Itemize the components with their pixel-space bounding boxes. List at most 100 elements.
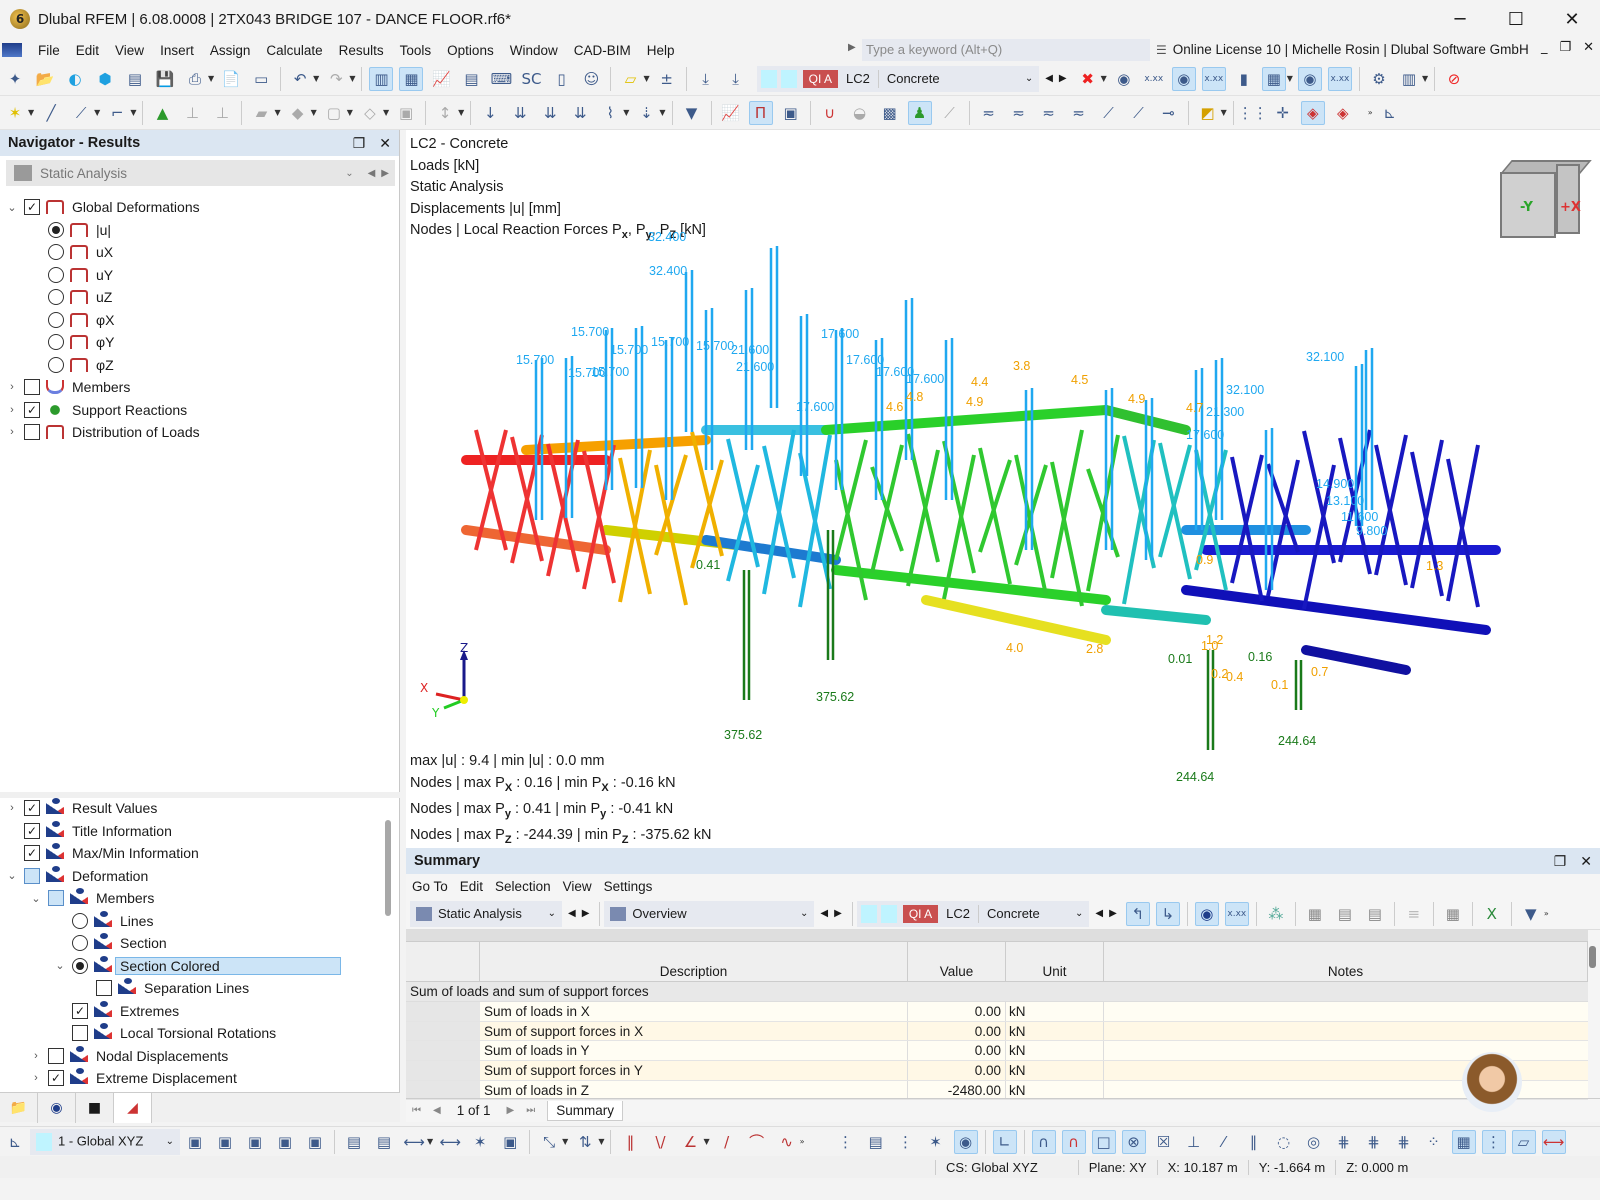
checkbox[interactable] — [48, 890, 64, 907]
radio-button[interactable] — [72, 935, 88, 952]
navigator-float-icon[interactable]: ❐ — [353, 135, 366, 152]
member-diagrams-6-icon[interactable]: ⟋ — [1127, 101, 1151, 125]
filter-icon[interactable]: ▼ — [680, 101, 704, 125]
new-member-icon[interactable]: ⟋ — [69, 101, 93, 125]
table-view-icon[interactable]: ▦ — [1303, 902, 1327, 926]
next-page-icon[interactable]: ▶ — [500, 1105, 520, 1116]
show-results-icon[interactable]: ◉ — [1171, 66, 1196, 91]
divergent-lines-icon[interactable]: \/ — [648, 1130, 672, 1154]
mdi-close-button[interactable]: ✕ — [1583, 40, 1594, 55]
cell-unit[interactable]: kN — [1006, 1061, 1104, 1080]
column-value[interactable]: Value — [908, 942, 1006, 981]
menu-assign[interactable]: Assign — [202, 43, 259, 58]
radio-button[interactable] — [48, 244, 64, 261]
summary-float-icon[interactable]: ❐ — [1554, 853, 1567, 870]
spline-icon[interactable]: ∿ — [775, 1130, 799, 1154]
result-display-icon[interactable]: ◉ — [1194, 901, 1219, 926]
checkbox[interactable] — [72, 1025, 88, 1042]
column-description[interactable]: Description — [480, 942, 908, 981]
line-icon[interactable]: / — [715, 1130, 739, 1154]
keyword-search-input[interactable]: Type a keyword (Alt+Q) — [862, 39, 1150, 61]
cell-value[interactable]: 0.00 — [908, 1041, 1006, 1061]
cell-description[interactable]: Sum of loads in Z — [480, 1080, 908, 1100]
opening-icon[interactable]: ▢ — [322, 101, 346, 125]
member-diagrams-5-icon[interactable]: ⟋ — [1097, 101, 1121, 125]
mesh-nodes-icon[interactable]: ✛ — [1271, 101, 1295, 125]
load-wizard-icon[interactable]: ⤓ — [694, 67, 718, 91]
new-model-icon[interactable]: ✦ — [3, 67, 27, 91]
control-panel-icon[interactable]: ▯ — [549, 67, 573, 91]
cell-unit[interactable]: kN — [1006, 1080, 1104, 1100]
snap-grid-icon[interactable]: ⋮ — [834, 1130, 858, 1154]
console-icon[interactable]: ⌨ — [489, 67, 513, 91]
cell-value[interactable]: 0.00 — [908, 1021, 1006, 1041]
tree-item-result-values[interactable]: › ✓ Result Values — [0, 797, 400, 820]
radio-button[interactable] — [48, 221, 64, 238]
redo-icon[interactable]: ↷ — [324, 67, 348, 91]
tree-item-uy[interactable]: uY — [0, 264, 400, 287]
chevron-down-icon[interactable]: ⌄ — [166, 1136, 174, 1147]
grid-icon[interactable]: ▣ — [498, 1130, 522, 1154]
summary-load-case-selector[interactable]: QI A LC2 Concrete ⌄ — [856, 900, 1090, 927]
surface-results-icon[interactable]: ◒ — [848, 101, 872, 125]
tree-item--u-[interactable]: |u| — [0, 219, 400, 242]
line-load-icon[interactable]: ⇊ — [538, 101, 562, 125]
tree-item-φz[interactable]: φZ — [0, 354, 400, 377]
checkbox[interactable] — [96, 980, 112, 997]
ortho-icon[interactable]: ∟ — [992, 1129, 1017, 1154]
sort-icon[interactable]: ≡ — [1402, 902, 1426, 926]
prev-view-icon[interactable]: ◀ — [820, 908, 828, 919]
table-row[interactable]: Sum of loads in Y 0.00 kN — [406, 1041, 1588, 1062]
checkbox[interactable]: ✓ — [48, 1070, 64, 1087]
deformation-result-icon[interactable]: Π — [748, 100, 773, 125]
expand-down-icon[interactable]: ⌄ — [4, 869, 20, 882]
snap-cross-icon[interactable]: ☒ — [1152, 1130, 1176, 1154]
snap-object-icon[interactable]: ◉ — [953, 1129, 978, 1154]
menu-window[interactable]: Window — [502, 43, 566, 58]
script-icon[interactable]: SC — [519, 67, 543, 91]
prev-load-case-icon[interactable]: ◀ — [1045, 73, 1053, 84]
next-load-case-icon[interactable]: ▶ — [1059, 73, 1067, 84]
tree-item-lines[interactable]: Lines — [0, 910, 400, 933]
cell-value[interactable]: 0.00 — [908, 1002, 1006, 1021]
tree-item-members[interactable]: › Members — [0, 376, 400, 399]
tab-views-icon[interactable]: ■ — [76, 1093, 114, 1123]
chevron-down-icon[interactable]: ⌄ — [800, 908, 808, 919]
result-grid-icon[interactable]: ▦ — [1261, 66, 1286, 91]
show-values-icon[interactable]: x.xx — [1201, 66, 1226, 91]
deformation-display-icon[interactable]: ◉ — [1297, 66, 1322, 91]
coordinate-system-combo[interactable]: 1 - Global XYZ ⌄ — [30, 1128, 180, 1155]
support-reactions-icon[interactable]: ♟ — [907, 100, 932, 125]
checkbox[interactable] — [24, 424, 40, 441]
table-row[interactable]: Sum of support forces in X 0.00 kN — [406, 1021, 1588, 1042]
tree-item-separation-lines[interactable]: Separation Lines — [0, 977, 400, 1000]
select-surface-icon[interactable]: ▱ — [618, 67, 642, 91]
chevron-down-icon[interactable]: ⌄ — [345, 168, 353, 179]
radio-button[interactable] — [48, 266, 64, 283]
tab-display-icon[interactable]: ◉ — [38, 1093, 76, 1123]
checkbox[interactable]: ✓ — [24, 822, 40, 839]
tree-item-title-information[interactable]: ✓ Title Information — [0, 820, 400, 843]
cell-description[interactable]: Sum of support forces in Y — [480, 1061, 908, 1080]
tree-item-nodal-displacements[interactable]: › Nodal Displacements — [0, 1045, 400, 1068]
checkbox[interactable]: ✓ — [24, 845, 40, 862]
new-polyline-icon[interactable]: ⌐ — [105, 101, 129, 125]
view-front-icon[interactable]: ▣ — [183, 1130, 207, 1154]
tab-results-icon[interactable]: ◢ — [114, 1093, 152, 1123]
open-file-icon[interactable]: 📂 — [33, 67, 57, 91]
view-cube[interactable]: -Y +X — [1492, 154, 1592, 244]
member-diagrams-3-icon[interactable]: ≂ — [1037, 101, 1061, 125]
dimension-x-icon[interactable]: ⟷ — [402, 1130, 426, 1154]
guide-icon[interactable]: ✶ — [468, 1130, 492, 1154]
coordinate-system-icon[interactable]: ⊾ — [1378, 101, 1402, 125]
select-grid-icon[interactable]: ▤ — [372, 1130, 396, 1154]
relationship-icon[interactable]: ⁂ — [1264, 902, 1288, 926]
menu-edit[interactable]: Edit — [68, 43, 107, 58]
results-display-icon[interactable]: ◉ — [1112, 67, 1136, 91]
animation-icon[interactable]: ▣ — [779, 101, 803, 125]
cell-unit[interactable]: kN — [1006, 1002, 1104, 1021]
load-case-selector[interactable]: QI A LC2 Concrete ⌄ — [756, 65, 1040, 92]
angle-icon[interactable]: ∠ — [678, 1130, 702, 1154]
tree-item-φx[interactable]: φX — [0, 309, 400, 332]
maximize-button[interactable]: ☐ — [1488, 0, 1544, 38]
